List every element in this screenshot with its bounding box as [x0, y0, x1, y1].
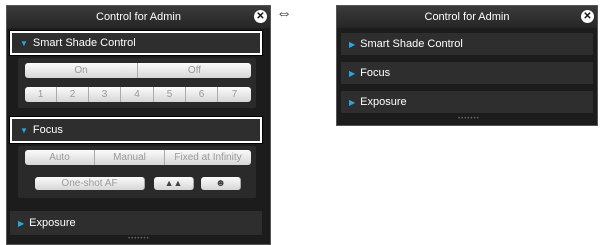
focus-mode-buttons: Auto Manual Fixed at Infinity [25, 150, 251, 165]
auto-button[interactable]: Auto [25, 150, 95, 165]
fixed-infinity-button[interactable]: Fixed at Infinity [165, 150, 251, 165]
manual-button[interactable]: Manual [95, 150, 165, 165]
swap-arrow-icon: ⇔ [276, 5, 292, 22]
smart-shade-toggle: On Off [25, 63, 251, 78]
person-icon[interactable]: ☻ [201, 177, 241, 190]
section-label: Focus [32, 124, 63, 136]
close-icon[interactable]: ✕ [254, 10, 267, 23]
smart-shade-levels: 1 2 3 4 5 6 7 [25, 87, 251, 102]
section-exposure[interactable]: ▶ Exposure [10, 211, 262, 235]
level-2-button[interactable]: 2 [57, 87, 89, 102]
collapsed-triangle-icon: ▶ [18, 218, 25, 228]
section-focus[interactable]: ▼ Focus [9, 116, 263, 144]
resize-grip[interactable]: ••••••• [458, 116, 480, 122]
close-icon[interactable]: ✕ [581, 10, 594, 23]
mountain-icon[interactable]: ▲▲ [154, 177, 194, 190]
panel-titlebar: Control for Admin ✕ [7, 6, 270, 28]
section-exposure[interactable]: ▶ Exposure [341, 91, 593, 113]
section-focus[interactable]: ▶ Focus [341, 62, 593, 84]
level-5-button[interactable]: 5 [154, 87, 186, 102]
section-label: Smart Shade Control [32, 37, 136, 49]
on-button[interactable]: On [25, 63, 138, 78]
panel-title: Control for Admin [96, 11, 181, 23]
collapsed-triangle-icon: ▶ [349, 68, 356, 78]
expanded-triangle-icon: ▼ [20, 38, 28, 48]
section-smart-shade-control[interactable]: ▶ Smart Shade Control [341, 33, 593, 55]
collapsed-triangle-icon: ▶ [349, 97, 356, 107]
one-shot-af-button[interactable]: One-shot AF [35, 177, 145, 190]
level-1-button[interactable]: 1 [25, 87, 57, 102]
expanded-triangle-icon: ▼ [20, 125, 28, 135]
collapsed-triangle-icon: ▶ [349, 39, 356, 49]
level-7-button[interactable]: 7 [218, 87, 251, 102]
panel-titlebar: Control for Admin ✕ [337, 6, 597, 28]
section-label: Exposure [360, 96, 407, 108]
level-4-button[interactable]: 4 [121, 87, 154, 102]
level-3-button[interactable]: 3 [89, 87, 121, 102]
section-smart-shade-control[interactable]: ▼ Smart Shade Control [9, 30, 263, 56]
panel-title: Control for Admin [424, 11, 510, 23]
level-6-button[interactable]: 6 [186, 87, 218, 102]
section-label: Smart Shade Control [360, 38, 463, 50]
off-button[interactable]: Off [138, 63, 251, 78]
section-label: Exposure [29, 217, 76, 229]
resize-grip[interactable]: ••••••• [128, 236, 150, 242]
section-label: Focus [360, 67, 391, 79]
